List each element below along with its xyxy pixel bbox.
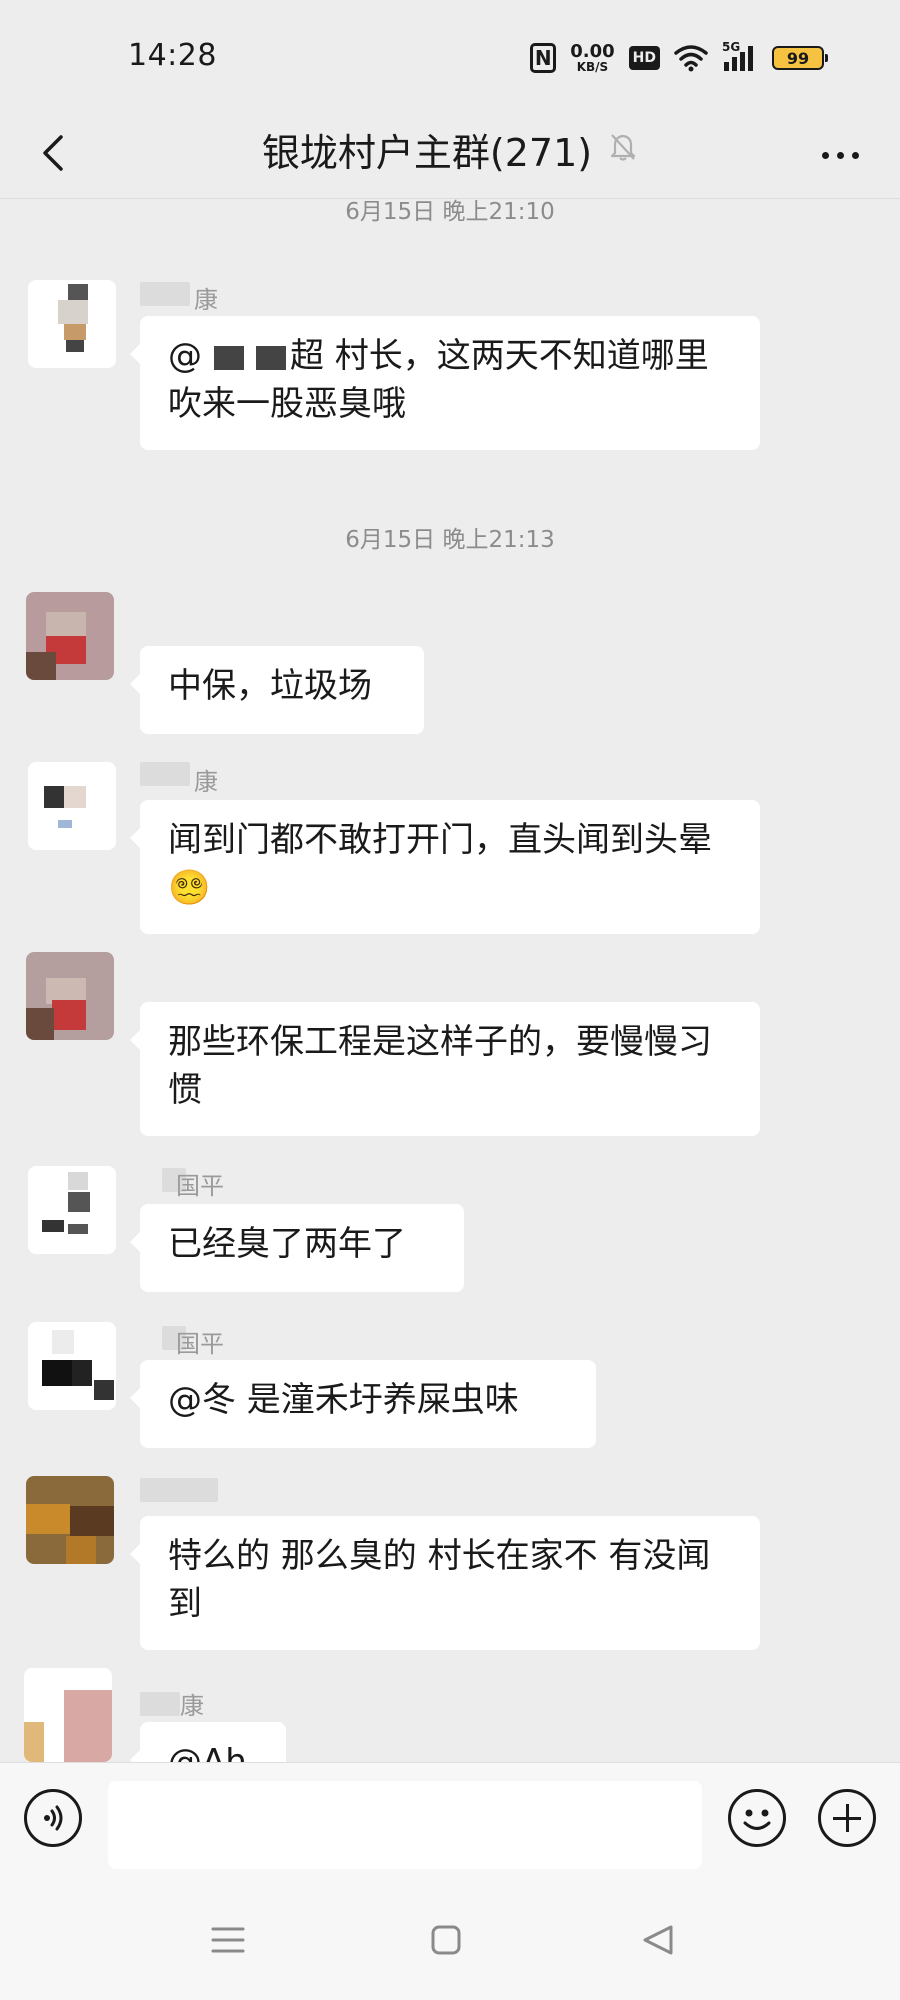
- back-triangle-icon: [643, 1925, 673, 1955]
- avatar[interactable]: [28, 762, 116, 850]
- message-timestamp: 6月15日 晚上21:13: [345, 527, 555, 553]
- cell-signal-icon: 5G: [722, 40, 758, 72]
- message-bubble[interactable]: 闻到门都不敢打开门，直头闻到头晕 😵‍💫: [130, 800, 760, 934]
- battery-level: 99: [786, 48, 810, 68]
- message-bubble[interactable]: @Ah: [130, 1722, 286, 1762]
- sender-name-redacted: [140, 282, 190, 306]
- sender-name-redacted: [140, 762, 190, 786]
- message-clip-region: @Ah: [0, 1650, 900, 1762]
- chat-title: 银垅村户主群(271): [261, 131, 593, 175]
- network-speed: 0.00 KB/S: [570, 41, 615, 74]
- network-speed-unit: KB/S: [576, 60, 609, 74]
- redacted-block: [256, 345, 286, 370]
- sender-name: 国平: [176, 1172, 224, 1200]
- home-square-icon: [431, 1925, 461, 1955]
- network-type: 5G: [722, 40, 741, 54]
- system-nav-bar: [0, 1880, 900, 2000]
- sender-name: 康: [194, 286, 218, 314]
- voice-button[interactable]: [24, 1789, 82, 1847]
- status-bar: 14:28 N 0.00 KB/S HD 5G 99: [0, 0, 900, 110]
- sender-name-redacted: [140, 1478, 218, 1502]
- nfc-icon: N: [530, 43, 557, 73]
- message-text: 特么的 那么臭的 村长在家不 有没闻到: [168, 1536, 711, 1624]
- bell-muted-icon: [608, 128, 638, 172]
- menu-nav-button[interactable]: [206, 1918, 250, 1962]
- avatar[interactable]: [26, 1476, 114, 1564]
- avatar[interactable]: [26, 952, 114, 1040]
- message-text: 已经臭了两年了: [168, 1224, 406, 1264]
- dizzy-face-emoji: 😵‍💫: [168, 868, 211, 908]
- message-bubble[interactable]: 那些环保工程是这样子的，要慢慢习惯: [130, 1002, 760, 1136]
- back-nav-button[interactable]: [636, 1918, 680, 1962]
- message-bubble[interactable]: 特么的 那么臭的 村长在家不 有没闻到: [130, 1516, 760, 1650]
- message-text: @Ah: [168, 1742, 247, 1762]
- wifi-icon: [674, 44, 708, 72]
- message-text: @冬 是潼禾圩养屎虫味: [168, 1380, 519, 1420]
- message-bubble[interactable]: 中保，垃圾场: [130, 646, 424, 734]
- sender-name: 国平: [176, 1330, 224, 1358]
- message-text: 超 村长，这两天不知道哪里吹来一股恶臭哦: [168, 336, 709, 424]
- more-dots-icon: [821, 151, 829, 159]
- voice-icon: [44, 1805, 63, 1831]
- avatar[interactable]: [28, 280, 116, 368]
- menu-icon: [211, 1927, 245, 1953]
- chat-header: 银垅村户主群(271): [0, 110, 900, 199]
- avatar[interactable]: [28, 1322, 116, 1410]
- plus-button[interactable]: [818, 1789, 876, 1847]
- home-nav-button[interactable]: [424, 1918, 468, 1962]
- chat-title-container: 银垅村户主群(271): [0, 122, 900, 177]
- sender-name: 康: [194, 768, 218, 796]
- message-input[interactable]: [108, 1781, 702, 1869]
- mention-prefix: @: [168, 336, 202, 376]
- message-bubble[interactable]: 已经臭了两年了: [130, 1204, 464, 1292]
- emoji-icon: [743, 1809, 771, 1830]
- message-bubble[interactable]: @ 超 村长，这两天不知道哪里吹来一股恶臭哦: [130, 316, 760, 450]
- battery-icon: 99: [772, 46, 828, 70]
- message-text: 那些环保工程是这样子的，要慢慢习惯: [168, 1022, 712, 1110]
- redacted-block: [214, 345, 244, 370]
- status-time: 14:28: [128, 38, 217, 73]
- avatar[interactable]: [26, 592, 114, 680]
- network-speed-value: 0.00: [570, 41, 615, 62]
- message-text: 闻到门都不敢打开门，直头闻到头晕: [168, 820, 712, 860]
- chat-input-bar: [0, 1762, 900, 1881]
- avatar[interactable]: [28, 1166, 116, 1254]
- message-bubble[interactable]: @冬 是潼禾圩养屎虫味: [130, 1360, 596, 1448]
- hd-icon: HD: [628, 46, 660, 70]
- message-text: 中保，垃圾场: [168, 666, 372, 706]
- status-icons: N 0.00 KB/S HD 5G 99: [530, 38, 828, 78]
- message-timestamp: 6月15日 晚上21:10: [345, 199, 555, 225]
- emoji-button[interactable]: [728, 1789, 786, 1847]
- more-options-button[interactable]: [810, 130, 870, 180]
